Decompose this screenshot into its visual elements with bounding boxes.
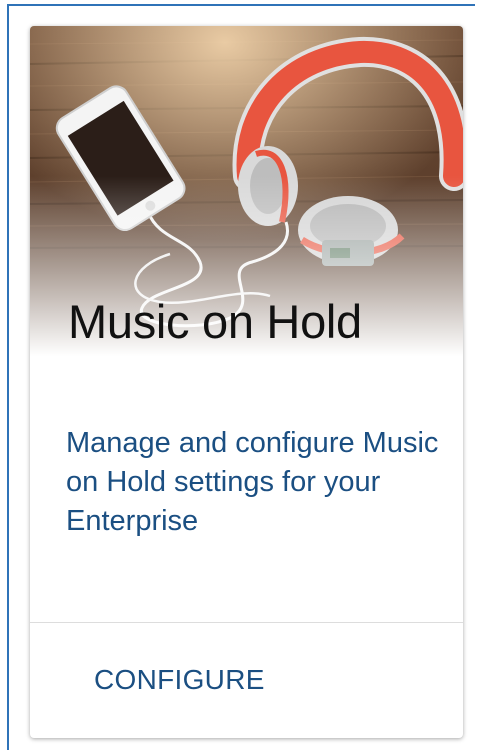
card-description: Manage and configure Music on Hold setti… (66, 427, 439, 537)
music-on-hold-card: Music on Hold Manage and configure Music… (30, 26, 463, 738)
card-divider (30, 622, 463, 623)
configure-button[interactable]: CONFIGURE (80, 654, 279, 706)
card-title: Music on Hold (68, 295, 362, 348)
